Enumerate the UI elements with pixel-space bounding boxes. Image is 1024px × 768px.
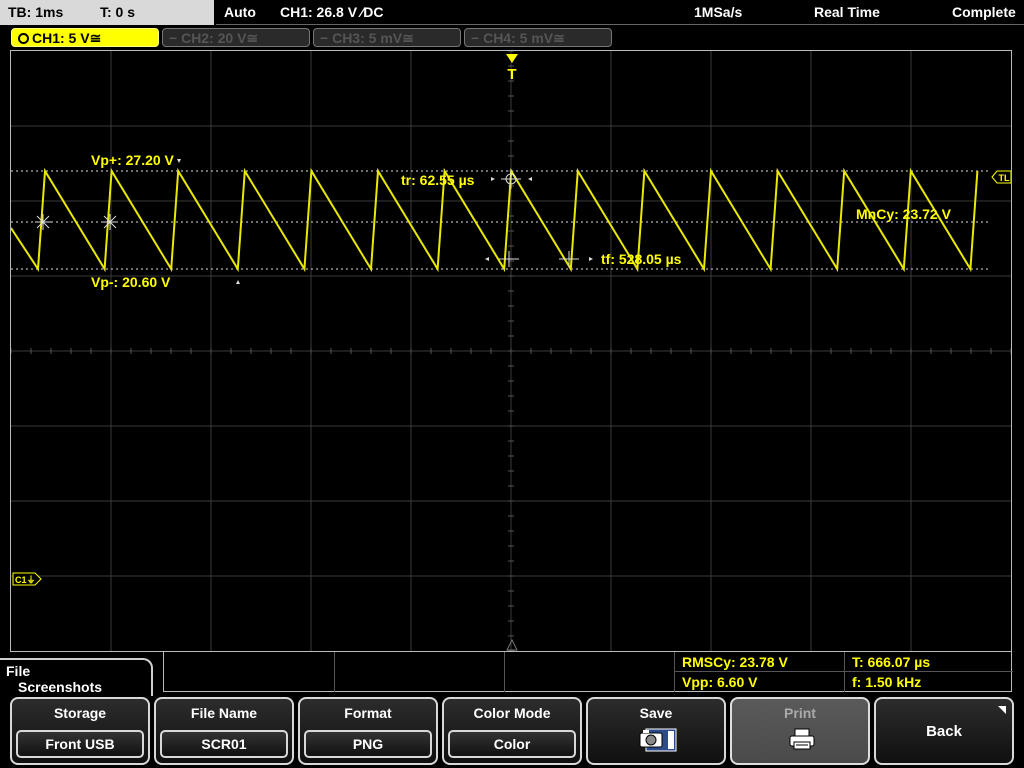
softkey-label: File Name bbox=[190, 705, 258, 721]
ch1-offset-label: C1⏚ bbox=[15, 575, 36, 585]
arrow-left-icon bbox=[528, 177, 532, 181]
channel-tab-label: CH4: 5 mV≅ bbox=[483, 30, 565, 46]
storage-value[interactable]: Front USB bbox=[16, 730, 144, 758]
ch1-offset-marker[interactable]: C1⏚ bbox=[12, 572, 42, 586]
channel-tab-ch2[interactable]: − CH2: 20 V≅ bbox=[162, 28, 310, 47]
fall-time-label: tf: 528.05 µs bbox=[601, 251, 682, 267]
print-softkey[interactable]: Print bbox=[730, 697, 870, 765]
arrow-down-icon bbox=[177, 159, 181, 163]
channel-tab-label: CH2: 20 V≅ bbox=[181, 30, 259, 46]
menu-title-line1: File bbox=[6, 663, 31, 679]
sample-rate: 1MSa/s bbox=[694, 4, 743, 20]
format-softkey[interactable]: Format PNG bbox=[298, 697, 438, 765]
trigger-bottom-icon bbox=[506, 638, 518, 651]
trigger-position-icon[interactable] bbox=[506, 54, 518, 63]
corner-arrow-icon bbox=[998, 706, 1006, 714]
arrow-up-icon bbox=[236, 280, 240, 284]
rise-cursor-icon bbox=[501, 169, 521, 189]
softkey-label: Color Mode bbox=[473, 705, 551, 721]
vp-minus-label: Vp-: 20.60 V bbox=[91, 274, 171, 290]
channel-tab-label: CH1: 5 V≅ bbox=[32, 30, 102, 46]
measurement-panel: RMSCy: 23.78 V Vpp: 6.60 V T: 666.07 µs … bbox=[163, 652, 1013, 692]
graticule bbox=[11, 51, 1011, 651]
trigger-info: CH1: 26.8 V ∕DC bbox=[280, 4, 384, 20]
channel-tab-ch3[interactable]: − CH3: 5 mV≅ bbox=[313, 28, 461, 47]
channel-off-icon: − bbox=[169, 30, 178, 46]
acquisition-mode: Real Time bbox=[814, 4, 880, 20]
trigger-mode: Auto bbox=[224, 4, 256, 20]
arrow-left-icon bbox=[485, 257, 489, 261]
trigger-level-label: TL bbox=[999, 173, 1010, 183]
menu-title: File Screenshots bbox=[0, 658, 153, 696]
back-label: Back bbox=[926, 723, 962, 740]
save-softkey[interactable]: Save bbox=[586, 697, 726, 765]
softkey-label: Print bbox=[784, 705, 816, 721]
file-name-softkey[interactable]: File Name SCR01 bbox=[154, 697, 294, 765]
format-value[interactable]: PNG bbox=[304, 730, 432, 758]
trigger-time-readout: T: 0 s bbox=[100, 4, 136, 20]
color-mode-softkey[interactable]: Color Mode Color bbox=[442, 697, 582, 765]
trigger-marker-label: T bbox=[507, 66, 516, 83]
channel-off-icon: − bbox=[320, 30, 329, 46]
trigger-level-marker[interactable]: TL bbox=[991, 170, 1011, 184]
camera-save-icon bbox=[639, 728, 677, 752]
storage-softkey[interactable]: Storage Front USB bbox=[10, 697, 150, 765]
printer-icon bbox=[789, 728, 815, 750]
acquisition-status: Complete bbox=[952, 4, 1016, 20]
channel-tab-label: CH3: 5 mV≅ bbox=[332, 30, 414, 46]
softkey-label: Format bbox=[344, 705, 392, 721]
vpp-value: Vpp: 6.60 V bbox=[682, 674, 758, 690]
arrow-right-icon bbox=[589, 257, 593, 261]
timebase-panel[interactable]: TB: 1ms T: 0 s bbox=[0, 0, 214, 25]
softkey-label: Save bbox=[639, 705, 673, 721]
waveform-display[interactable]: T Vp+: 27.20 V Vp-: 20.60 V tr: 62.55 µs… bbox=[10, 50, 1012, 652]
timebase-readout: TB: 1ms bbox=[8, 4, 64, 20]
color-mode-value[interactable]: Color bbox=[448, 730, 576, 758]
rms-cycle-value: RMSCy: 23.78 V bbox=[682, 654, 788, 670]
back-softkey[interactable]: Back bbox=[874, 697, 1014, 765]
period-value: T: 666.07 µs bbox=[852, 654, 931, 670]
rise-time-label: tr: 62.55 µs bbox=[401, 172, 475, 188]
cursor-cross-icon bbox=[35, 214, 51, 230]
softkey-label: Storage bbox=[53, 705, 107, 721]
channel-tab-ch1[interactable]: CH1: 5 V≅ bbox=[11, 28, 159, 47]
trigger-panel[interactable]: Auto CH1: 26.8 V ∕DC 1MSa/s Real Time Co… bbox=[216, 0, 1024, 25]
arrow-right-icon bbox=[491, 177, 495, 181]
channel-tab-ch4[interactable]: − CH4: 5 mV≅ bbox=[464, 28, 612, 47]
frequency-value: f: 1.50 kHz bbox=[852, 674, 922, 690]
vp-plus-label: Vp+: 27.20 V bbox=[91, 152, 175, 168]
mean-cycle-label: MnCy: 23.72 V bbox=[856, 206, 952, 222]
cursor-cross-icon bbox=[102, 214, 118, 230]
status-bar: TB: 1ms T: 0 s Auto CH1: 26.8 V ∕DC 1MSa… bbox=[0, 0, 1024, 25]
file-name-value[interactable]: SCR01 bbox=[160, 730, 288, 758]
channel-off-icon: − bbox=[471, 30, 480, 46]
menu-title-line2: Screenshots bbox=[18, 679, 103, 695]
waveform-graph: T Vp+: 27.20 V Vp-: 20.60 V tr: 62.55 µs… bbox=[11, 51, 1011, 651]
channel-on-icon bbox=[18, 33, 29, 44]
ch1-waveform bbox=[11, 167, 979, 273]
